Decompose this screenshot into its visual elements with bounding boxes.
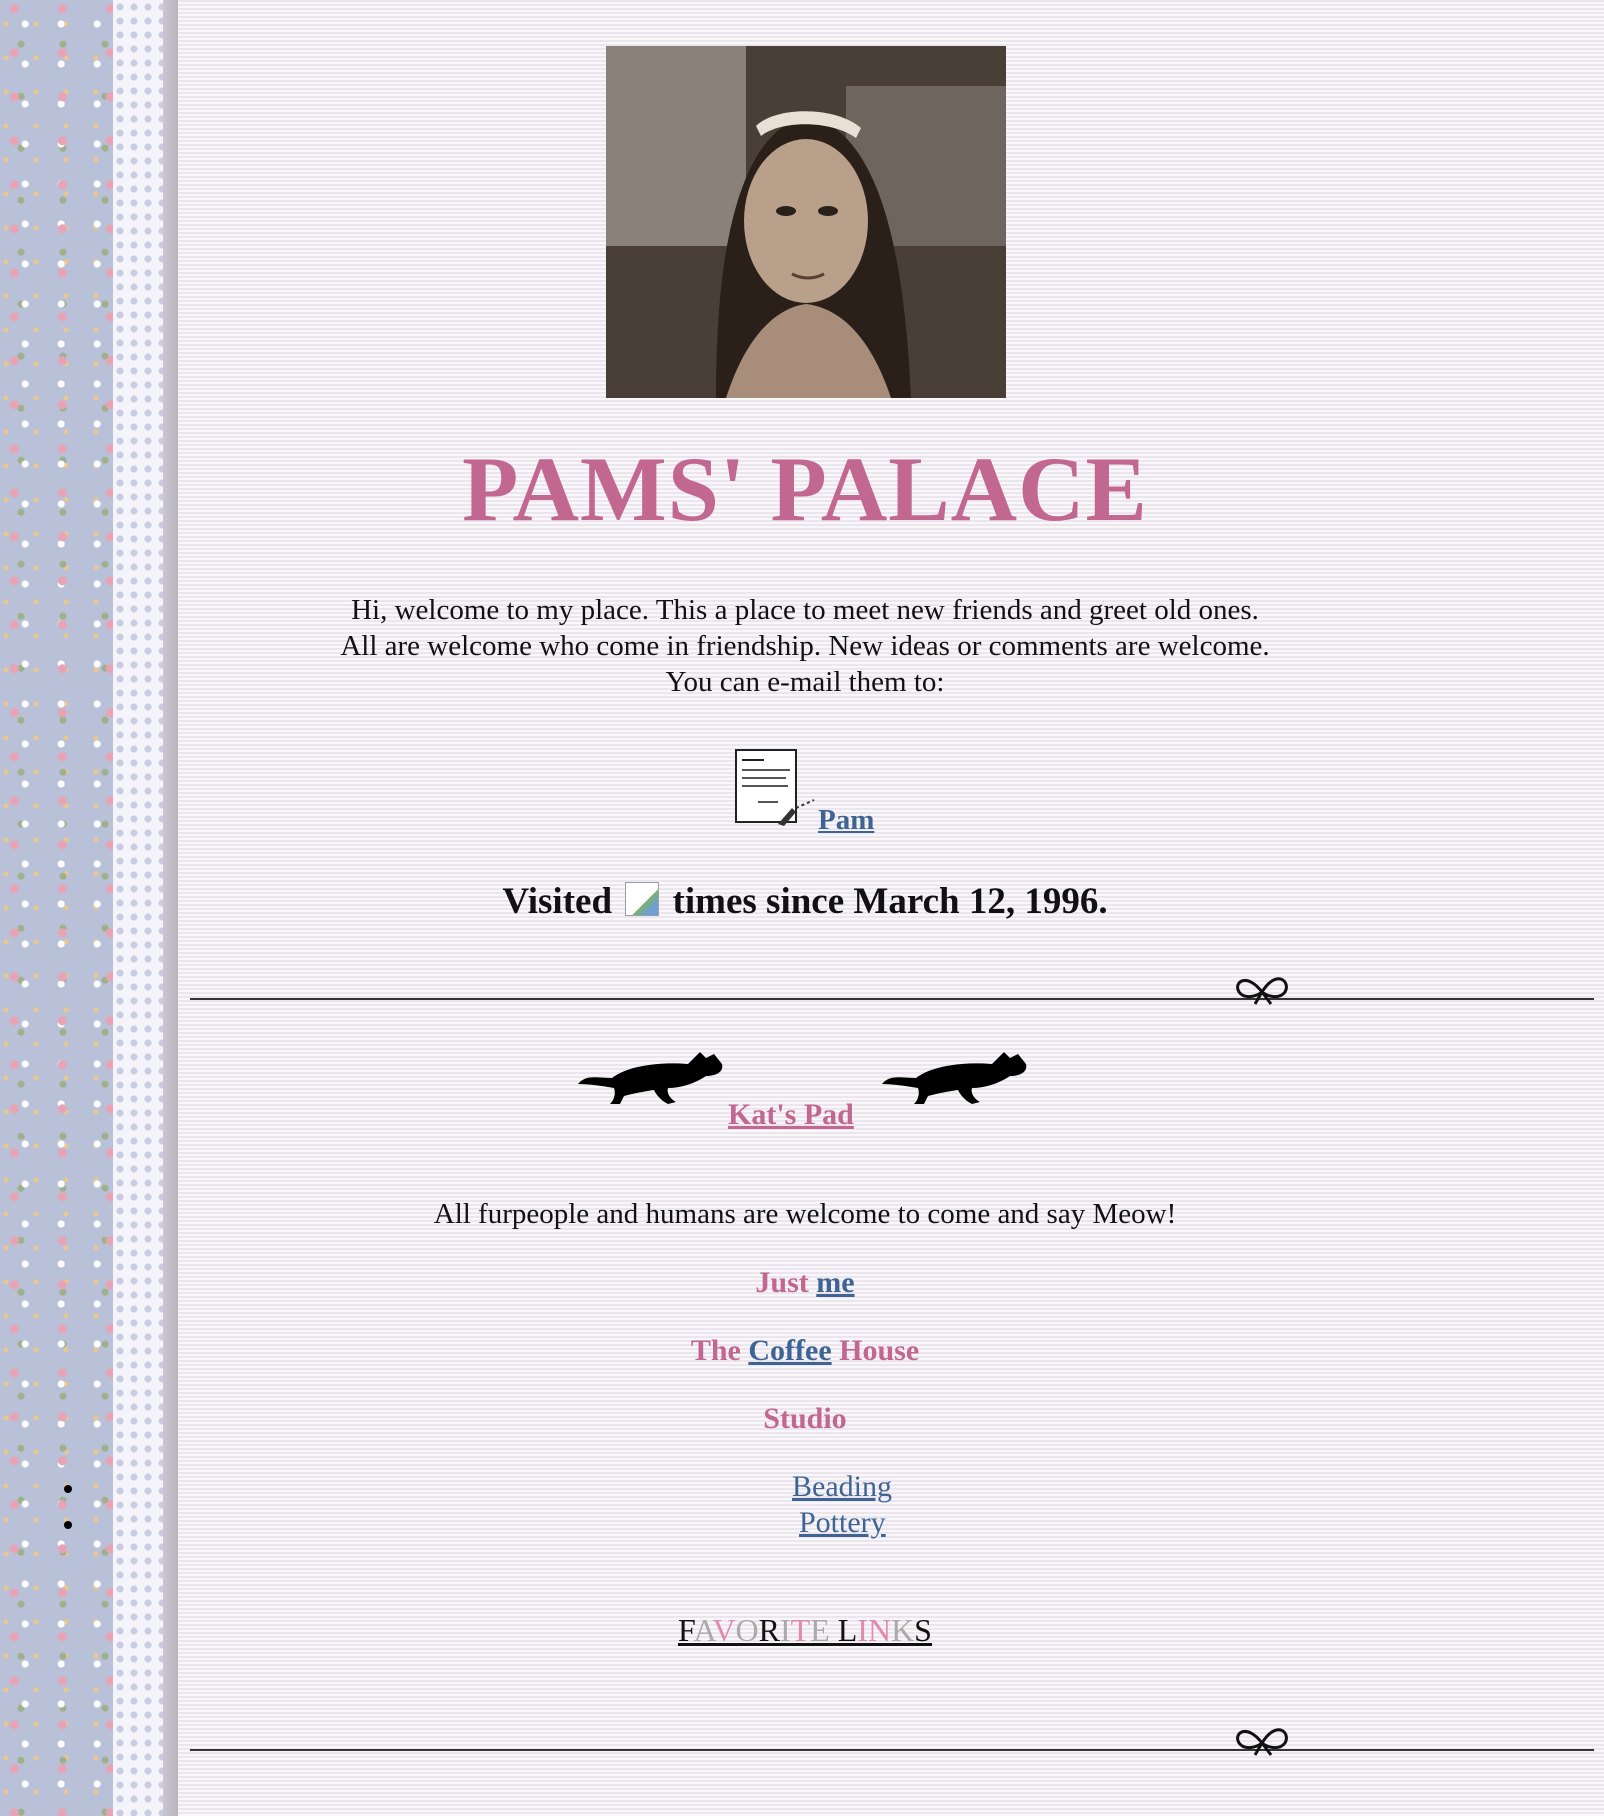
list-bullet bbox=[64, 1485, 72, 1493]
cats-welcome-text: All furpeople and humans are welcome to … bbox=[433, 1198, 1177, 1230]
favorite-letter: N bbox=[867, 1612, 892, 1648]
favorite-letter: O bbox=[735, 1612, 759, 1648]
just-me-line: Just me bbox=[190, 1266, 1420, 1300]
coffee-link[interactable]: Coffee bbox=[748, 1334, 831, 1367]
favorite-letter: R bbox=[758, 1612, 780, 1648]
favorite-letter: A bbox=[693, 1612, 713, 1648]
favorite-letter: S bbox=[914, 1612, 932, 1648]
favorite-letter: L bbox=[837, 1612, 858, 1648]
pottery-link[interactable]: Pottery bbox=[799, 1506, 886, 1540]
visited-since: times since March 12, 1996. bbox=[672, 881, 1108, 922]
divider bbox=[190, 998, 1594, 1000]
coffee-suffix: House bbox=[839, 1334, 920, 1367]
favorite-letter: I bbox=[857, 1612, 868, 1648]
intro-text: Hi, welcome to my place. This a place to… bbox=[190, 592, 1420, 700]
favorite-letter: K bbox=[891, 1612, 915, 1648]
favorite-letter: T bbox=[790, 1612, 811, 1648]
favorite-letter: F bbox=[678, 1612, 694, 1648]
favorite-letter: E bbox=[810, 1612, 830, 1648]
lace-border bbox=[113, 0, 163, 1816]
me-link[interactable]: me bbox=[816, 1266, 854, 1299]
counter-image-icon bbox=[625, 882, 660, 916]
email-pam-link[interactable]: Pam bbox=[818, 804, 874, 837]
divider bbox=[190, 1749, 1594, 1751]
just-label: Just bbox=[755, 1266, 809, 1299]
kats-pad-link[interactable]: Kat's Pad bbox=[728, 1098, 854, 1132]
bow-icon bbox=[1236, 1728, 1288, 1756]
favorite-letter: I bbox=[780, 1612, 791, 1648]
coffee-prefix: The bbox=[690, 1334, 741, 1367]
favorite-links-link[interactable]: FAVORITE LINKS bbox=[190, 1612, 1420, 1649]
list-bullet bbox=[64, 1521, 72, 1529]
favorite-letter bbox=[830, 1612, 838, 1648]
intro-line: All are welcome who come in friendship. … bbox=[340, 630, 1270, 662]
beading-link[interactable]: Beading bbox=[792, 1470, 892, 1504]
coffee-house-line: The Coffee House bbox=[190, 1334, 1420, 1368]
black-cat-icon bbox=[882, 1052, 1027, 1104]
visit-counter: Visited times since March 12, 1996. bbox=[190, 880, 1420, 923]
black-cat-icon bbox=[578, 1052, 723, 1104]
visited-label: Visited bbox=[502, 881, 613, 922]
kats-pad-row: Kat's Pad bbox=[576, 1044, 1036, 1134]
border-shadow bbox=[163, 0, 178, 1816]
letter-icon[interactable] bbox=[734, 748, 818, 832]
intro-line: Hi, welcome to my place. This a place to… bbox=[351, 594, 1259, 626]
studio-heading: Studio bbox=[763, 1402, 847, 1435]
bow-icon bbox=[1236, 977, 1288, 1005]
portrait-photo bbox=[606, 46, 1006, 398]
page-title: PAMS' PALACE bbox=[462, 438, 1148, 540]
favorite-letter: V bbox=[712, 1612, 736, 1648]
intro-line: You can e-mail them to: bbox=[665, 666, 945, 698]
favorite-links-text: FAVORITE LINKS bbox=[678, 1612, 932, 1648]
